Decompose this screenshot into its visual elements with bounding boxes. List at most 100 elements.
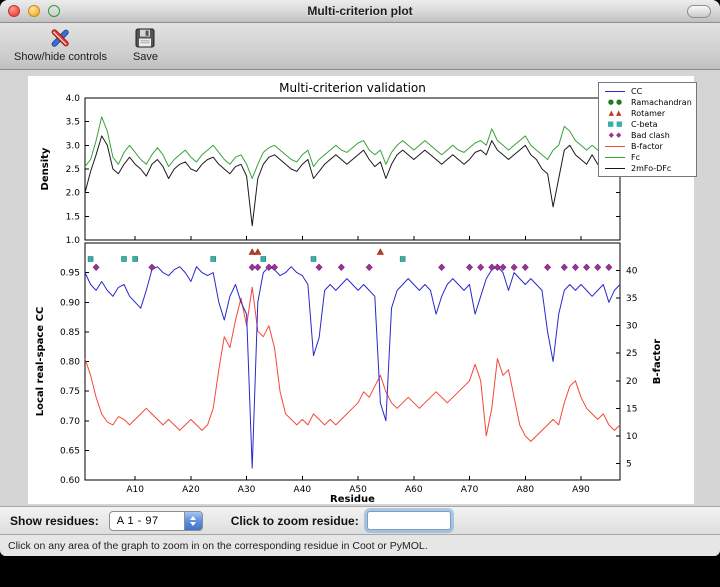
marker-C-beta [88,256,93,261]
residue-range-value: A 1 - 97 [110,515,159,527]
show-residues-label: Show residues: [10,514,99,528]
legend-label: Fc [631,153,640,162]
toolbar: Show/hide controls Save [0,23,720,70]
tick-label: A60 [405,485,423,495]
legend-label: Bad clash [631,131,670,140]
marker-Rotamer [255,249,261,255]
legend-item-Ramachandran: ●●Ramachandran [603,97,692,108]
tick-label: A70 [461,485,479,495]
marker-Bad clash [544,264,550,271]
tick-label: 35 [626,294,637,304]
tick-label: 1.0 [66,236,81,246]
marker-C-beta [211,256,216,261]
tick-label: 1.5 [66,212,80,222]
legend-label: CC [631,87,642,96]
tick-label: 0.80 [60,358,80,368]
legend-item-CC: CC [603,86,692,97]
marker-Bad clash [316,264,322,271]
marker-Bad clash [466,264,472,271]
tick-label: A20 [182,485,200,495]
legend-item-C-beta: ■■ C-beta [603,119,692,130]
legend-circle-icon: ●● [603,99,627,106]
chart-svg: Multi-criterion validation Density Local r… [28,76,694,504]
legend-label: 2mFo-DFc [631,164,671,173]
marker-Bad clash [477,264,483,271]
tool-label: Save [133,51,158,63]
y-axis-label-bfactor: B-factor [652,339,663,384]
save-button[interactable]: Save [127,23,164,65]
status-text: Click on any area of the graph to zoom i… [8,540,428,552]
stepper-arrows-icon [184,512,202,530]
legend-item-Fc: Fc [603,152,692,163]
tick-label: 0.75 [60,387,80,397]
controls-tools-icon [48,26,72,50]
marker-Bad clash [595,264,601,271]
tick-label: 4.0 [66,94,81,104]
tick-label: A80 [516,485,534,495]
window-title: Multi-criterion plot [0,4,720,18]
y-axis-label-density: Density [40,147,51,190]
tick-label: 0.90 [60,298,80,308]
tick-label: 0.95 [60,269,80,279]
titlebar: Multi-criterion plot [0,0,720,23]
toolbar-toggle-button[interactable] [687,5,711,18]
legend-square-icon: ■■ [603,121,627,128]
x-axis-label: Residue [330,494,375,504]
series-B-factor [85,287,620,441]
tick-label: 2.0 [66,189,81,199]
tick-label: A10 [126,485,144,495]
axes-frame [85,98,620,240]
legend-diamond-icon: ◆◆ [603,132,627,139]
marker-Bad clash [255,264,261,271]
show-hide-controls-button[interactable]: Show/hide controls [8,23,113,65]
tick-label: 2.5 [66,165,80,175]
legend: CC●●Ramachandran▲▲Rotamer ■■ C-beta ◆◆ Bad c… [598,82,697,177]
marker-Rotamer [249,249,255,255]
status-bar: Click on any area of the graph to zoom i… [0,534,720,556]
marker-Bad clash [271,264,277,271]
series-Fc [85,117,620,179]
legend-item-Rotamer: ▲▲Rotamer [603,108,692,119]
legend-label: C-beta [631,120,658,129]
legend-label: B-factor [631,142,663,151]
tick-label: 10 [626,432,638,442]
residue-range-select[interactable]: A 1 - 97 [109,511,203,531]
marker-Bad clash [583,264,589,271]
zoom-residue-input[interactable] [367,511,451,530]
marker-Bad clash [366,264,372,271]
marker-Rotamer [377,249,383,255]
tool-label: Show/hide controls [14,51,107,63]
marker-Bad clash [93,264,99,271]
tick-label: 3.0 [66,141,81,151]
marker-C-beta [261,256,266,261]
plot-canvas[interactable]: Multi-criterion validation Density Local r… [28,76,694,504]
tick-label: A30 [238,485,256,495]
tick-label: 40 [626,267,638,277]
legend-line-swatch [603,91,627,92]
legend-label: Rotamer [631,109,665,118]
save-floppy-icon [133,26,157,50]
marker-Bad clash [438,264,444,271]
tick-label: 0.85 [60,328,80,338]
chart-title: Multi-criterion validation [279,81,426,95]
tick-label: 0.65 [60,446,80,456]
marker-Bad clash [572,264,578,271]
tick-label: 30 [626,322,638,332]
screen: Multi-criterion plot Show/hide controls [0,0,720,587]
marker-Bad clash [149,264,155,271]
tick-label: 0.70 [60,417,80,427]
marker-Bad clash [561,264,567,271]
plot-area-background: Multi-criterion validation Density Local r… [0,70,720,506]
marker-C-beta [122,256,127,261]
y-axis-label-cc: Local real-space CC [35,307,46,417]
tick-label: A90 [572,485,590,495]
legend-item-Bad clash: ◆◆ Bad clash [603,130,692,141]
tick-label: 0.60 [60,476,80,486]
tick-label: 25 [626,349,637,359]
series-2mFo-DFc [85,136,620,226]
marker-Bad clash [511,264,517,271]
series-CC [85,267,620,468]
tick-label: 20 [626,377,638,387]
app-window: Multi-criterion plot Show/hide controls [0,0,720,556]
zoom-residue-label: Click to zoom residue: [231,514,359,528]
